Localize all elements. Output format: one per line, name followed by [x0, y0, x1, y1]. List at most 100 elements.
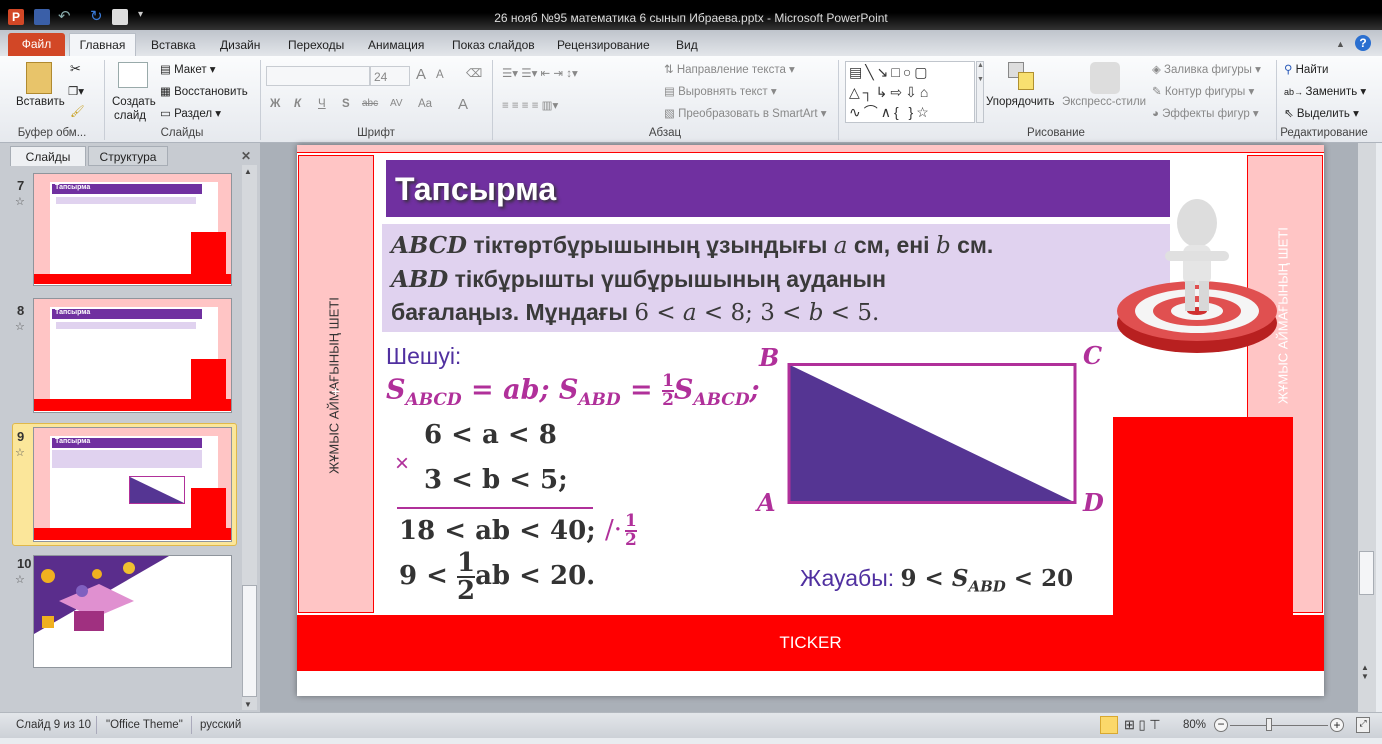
f: S: [386, 374, 406, 406]
italic-button[interactable]: К: [294, 98, 301, 110]
tab-home[interactable]: Главная: [69, 33, 136, 58]
prev-next-slide-icons[interactable]: ▲ ▼: [1361, 663, 1369, 681]
inequality-ab: 18 < ab < 40;: [399, 516, 596, 546]
vertex-b: B: [759, 343, 780, 372]
change-case-button[interactable]: Aa: [418, 98, 432, 110]
copy-icon[interactable]: ❐▾: [68, 84, 84, 98]
underline-button[interactable]: Ч: [318, 98, 326, 110]
language[interactable]: русский: [200, 719, 241, 731]
bold-button[interactable]: Ж: [270, 98, 280, 110]
font-color-button[interactable]: A: [458, 96, 468, 113]
bullets-icon[interactable]: ☰▾ ☰▾ ⇤ ⇥ ↕▾: [502, 66, 578, 80]
arrange-button[interactable]: Упорядочить: [986, 96, 1054, 108]
ribbon: Вставить ✂ ❐▾ 🖌 Буфер обм... Создать сла…: [0, 56, 1382, 143]
editor-scrollbar[interactable]: ▲ ▼: [1358, 143, 1376, 712]
thumb-title: Тапсырма: [52, 309, 202, 319]
slide-thumbnail-9[interactable]: Тапсырма: [33, 427, 232, 542]
format-painter-icon[interactable]: 🖌: [70, 104, 85, 118]
scroll-up-icon[interactable]: ▲: [244, 167, 252, 176]
clear-format-icon[interactable]: ⌫: [466, 66, 482, 80]
tab-slides[interactable]: Слайды: [10, 146, 86, 166]
multiply-sign: ×: [395, 450, 410, 477]
panel-scrollbar[interactable]: ▲ ▼: [242, 165, 257, 710]
layout-button[interactable]: ▤ Макет ▾: [160, 62, 216, 76]
new-slide-icon[interactable]: [118, 62, 148, 88]
tab-transitions[interactable]: Переходы: [288, 38, 344, 52]
find-button[interactable]: ⚲ Найти: [1284, 62, 1328, 76]
quick-styles-button[interactable]: Экспресс-стили: [1062, 96, 1146, 108]
den: 2: [625, 530, 637, 550]
tab-review[interactable]: Рецензирование: [557, 38, 650, 52]
normal-view-button[interactable]: [1100, 716, 1118, 734]
help-icon[interactable]: ?: [1355, 35, 1371, 51]
shadow-button[interactable]: S: [342, 98, 350, 110]
layout-icon: ▤: [160, 64, 175, 76]
minimize-ribbon-icon[interactable]: ▲: [1336, 39, 1345, 49]
tab-insert[interactable]: Вставка: [151, 38, 196, 52]
tab-view[interactable]: Вид: [676, 38, 698, 52]
answer: Жауабы: 9 < SABD < 20: [800, 565, 1073, 596]
tab-slideshow[interactable]: Показ слайдов: [452, 38, 535, 52]
replace-button[interactable]: ab→ Заменить ▾: [1284, 84, 1366, 98]
new-slide-button-2[interactable]: слайд: [114, 110, 146, 122]
zoom-slider[interactable]: [1230, 725, 1328, 726]
math-abd: ABD: [391, 266, 449, 293]
binoculars-icon: ⚲: [1284, 64, 1296, 76]
reset-button[interactable]: ▦ Восстановить: [160, 84, 248, 98]
zoom-out-button[interactable]: −: [1214, 718, 1228, 732]
grow-font-button[interactable]: A: [416, 66, 426, 83]
section-button[interactable]: ▭ Раздел ▾: [160, 106, 221, 120]
align-text-button[interactable]: ▤ Выровнять текст ▾: [664, 84, 777, 98]
view-buttons-icons[interactable]: ⊞ ▯ ⊤: [1124, 717, 1161, 733]
text-direction-button[interactable]: ⇅ Направление текста ▾: [664, 62, 795, 76]
shape-outline-button[interactable]: ✎ Контур фигуры ▾: [1152, 84, 1254, 98]
shape-fill-button[interactable]: ◈ Заливка фигуры ▾: [1152, 62, 1261, 76]
arrange-icon: [1008, 62, 1036, 94]
zoom-level[interactable]: 80%: [1183, 719, 1206, 731]
smartart-button[interactable]: ▧ Преобразовать в SmartArt ▾: [664, 106, 827, 120]
shapes-gallery[interactable]: ▤╲↘□○▢ △┐↳⇨⇩⌂ ∿⌒∧{ }☆: [845, 61, 975, 123]
text-direction-label: Направление текста: [676, 64, 786, 76]
slide-thumbnail-8[interactable]: Тапсырма: [33, 298, 232, 413]
slide-number: 10: [17, 556, 32, 571]
tab-design[interactable]: Дизайн: [220, 38, 260, 52]
paste-button[interactable]: Вставить: [16, 96, 65, 108]
paste-icon[interactable]: [26, 62, 52, 94]
panel-scroll-thumb[interactable]: [242, 585, 257, 697]
tab-file[interactable]: Файл: [8, 33, 65, 56]
select-button[interactable]: ⇖ Выделить ▾: [1284, 106, 1359, 120]
slide-thumbnail-10[interactable]: [33, 555, 232, 668]
plus-icon: +: [331, 384, 341, 401]
slide-thumbnail-7[interactable]: Тапсырма: [33, 173, 232, 286]
shapes-gallery-scroll[interactable]: ▲ ▼: [976, 61, 984, 123]
fit-to-window-icon[interactable]: ⤢: [1356, 717, 1370, 733]
triangle-abd: [790, 365, 1074, 502]
tab-outline[interactable]: Структура: [88, 146, 168, 166]
find-label: Найти: [1295, 64, 1329, 76]
f: = ab;: [461, 374, 559, 406]
strike-button[interactable]: abc: [362, 98, 378, 109]
target-figure-illustration: [1117, 199, 1277, 353]
slide-canvas[interactable]: ЖҰМЫС АЙМАҒЫНЫҢ ШЕТІ + ЖҰМЫС АЙМАҒЫНЫҢ Ш…: [297, 145, 1324, 696]
slides-group-label: Слайды: [160, 127, 204, 139]
editor-scroll-thumb[interactable]: [1359, 551, 1374, 595]
spacing-button[interactable]: AV: [390, 98, 403, 109]
shrink-font-button[interactable]: A: [436, 69, 444, 81]
problem-statement: ABCD тіктөртбұрышының ұзындығы a см, ені…: [382, 224, 1170, 332]
cut-icon[interactable]: ✂: [70, 61, 81, 77]
zoom-slider-thumb[interactable]: [1266, 718, 1273, 731]
scroll-down-icon[interactable]: ▼: [244, 700, 252, 709]
replace-icon: ab→: [1284, 87, 1306, 97]
theme-name[interactable]: "Office Theme": [106, 719, 183, 731]
new-slide-button[interactable]: Создать: [112, 96, 156, 108]
text: бағалаңыз. Мұндағы: [391, 299, 635, 325]
quick-styles-icon: [1090, 62, 1120, 94]
answer-label: Жауабы:: [800, 565, 901, 591]
close-panel-icon[interactable]: ✕: [238, 146, 254, 166]
align-icons[interactable]: ≡ ≡ ≡ ≡ ▥▾: [502, 98, 558, 112]
font-size-select[interactable]: 24: [370, 66, 410, 86]
tab-animations[interactable]: Анимация: [368, 38, 424, 52]
font-name-select[interactable]: [266, 66, 370, 86]
shape-effects-button[interactable]: ◕ Эффекты фигур ▾: [1152, 106, 1259, 120]
zoom-in-button[interactable]: +: [1330, 718, 1344, 732]
